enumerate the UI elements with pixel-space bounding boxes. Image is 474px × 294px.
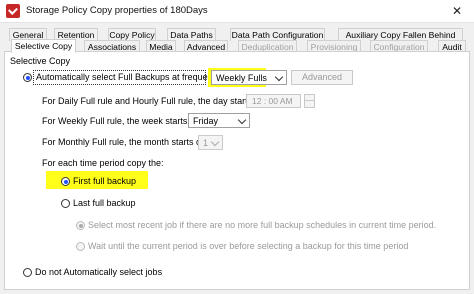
most-recent-label[interactable]: Select most recent job if there are no m… xyxy=(88,220,436,230)
title-bar: Storage Policy Copy properties of 180Day… xyxy=(0,0,474,23)
app-icon xyxy=(6,4,20,18)
chevron-down-icon xyxy=(274,72,284,82)
month-start-value: 1 xyxy=(203,138,209,148)
group-label-selective-copy: Selective Copy xyxy=(10,56,71,66)
first-full-label[interactable]: First full backup xyxy=(73,176,136,186)
close-button[interactable]: ✕ xyxy=(440,0,474,22)
manual-select-label[interactable]: Do not Automatically select jobs xyxy=(35,267,162,277)
weekly-rule-label: For Weekly Full rule, the week starts on xyxy=(42,116,200,126)
week-start-select[interactable]: Friday xyxy=(188,113,250,128)
frequency-value: Weekly Fulls xyxy=(216,73,267,83)
last-full-label[interactable]: Last full backup xyxy=(73,198,136,208)
most-recent-radio[interactable] xyxy=(76,221,85,230)
auto-select-label[interactable]: Automatically select Full Backups at fre… xyxy=(36,72,222,82)
chevron-down-icon xyxy=(237,115,247,125)
wait-period-radio[interactable] xyxy=(76,242,85,251)
wait-period-label[interactable]: Wait until the current period is over be… xyxy=(88,241,408,251)
chevron-down-icon xyxy=(210,137,220,147)
auto-select-radio[interactable] xyxy=(23,73,32,82)
week-start-value: Friday xyxy=(193,116,219,126)
frequency-select[interactable]: Weekly Fulls xyxy=(211,70,287,85)
monthly-rule-label: For Monthly Full rule, the month starts … xyxy=(42,137,207,147)
period-label: For each time period copy the: xyxy=(42,158,164,168)
time-spinner[interactable] xyxy=(304,94,315,108)
month-start-select[interactable]: 1 xyxy=(198,135,223,150)
tab-selective-copy[interactable]: Selective Copy xyxy=(11,39,76,53)
last-full-radio[interactable] xyxy=(61,199,70,208)
daily-time-input[interactable]: 12 : 00 AM xyxy=(246,94,301,108)
first-full-radio[interactable] xyxy=(61,177,70,186)
daily-rule-label: For Daily Full rule and Hourly Full rule… xyxy=(42,96,265,106)
advanced-button[interactable]: Advanced xyxy=(291,70,353,85)
window-title: Storage Policy Copy properties of 180Day… xyxy=(26,5,208,16)
manual-select-radio[interactable] xyxy=(23,268,32,277)
